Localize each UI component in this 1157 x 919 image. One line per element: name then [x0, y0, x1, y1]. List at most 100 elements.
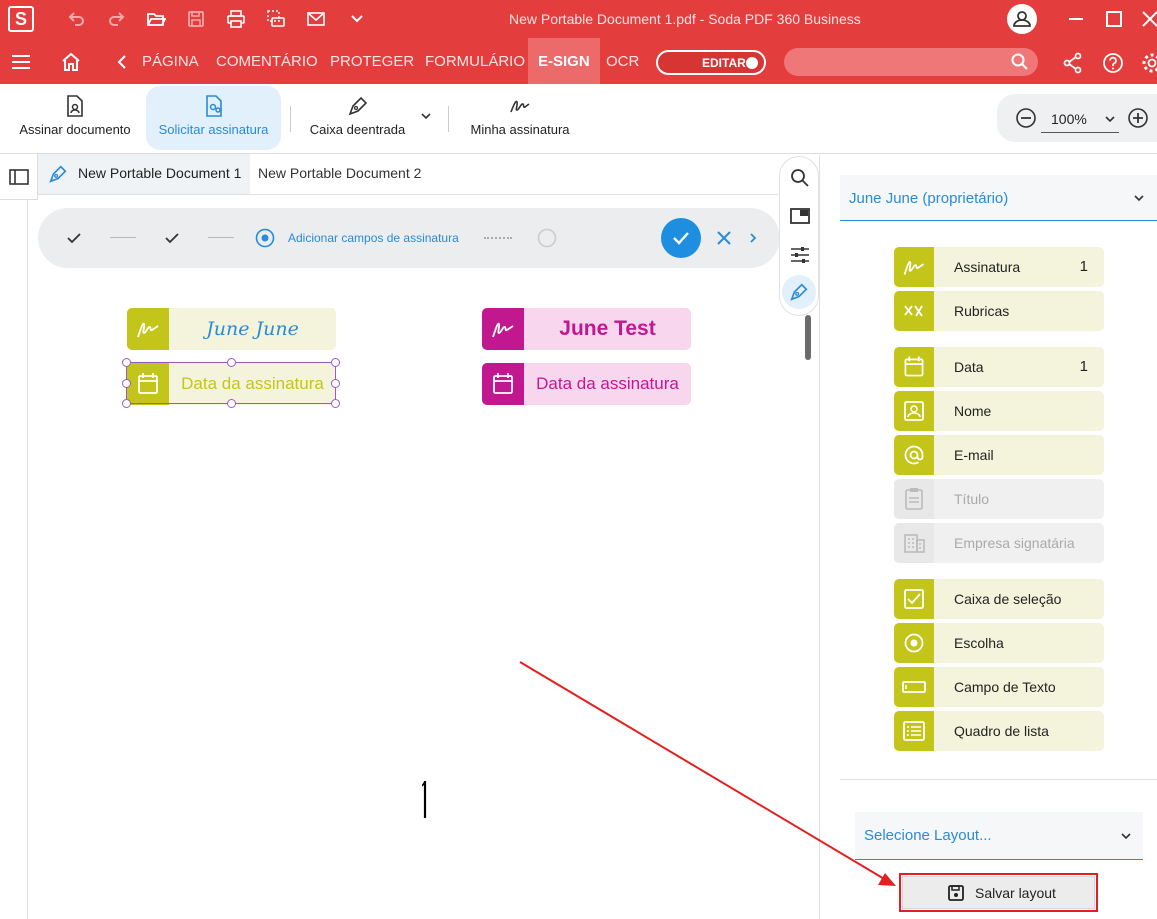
step-connector: [110, 237, 136, 238]
date-field-2[interactable]: Data da assinatura: [482, 363, 691, 405]
minimize-icon[interactable]: [1066, 9, 1086, 29]
resize-handle[interactable]: [122, 358, 131, 367]
resize-handle[interactable]: [227, 358, 236, 367]
search-input[interactable]: [784, 48, 1038, 76]
layout-select[interactable]: Selecione Layout...: [855, 812, 1143, 860]
panel-toggle[interactable]: [0, 154, 38, 200]
panel-item-titulo: Título: [894, 479, 1104, 519]
help-icon[interactable]: [1102, 52, 1123, 73]
current-step-label: Adicionar campos de assinatura: [288, 231, 459, 245]
properties-icon[interactable]: [789, 244, 811, 266]
user-avatar[interactable]: [1007, 4, 1037, 34]
panel-item-rubricas[interactable]: Rubricas: [894, 291, 1104, 331]
save-layout-button[interactable]: Salvar layout: [899, 873, 1098, 912]
open-folder-icon[interactable]: [146, 9, 166, 29]
tab-proteger[interactable]: PROTEGER: [330, 38, 414, 84]
doc-tab-1[interactable]: New Portable Document 1: [38, 154, 250, 194]
panel-item-label: E-mail: [954, 447, 994, 463]
panel-item-email[interactable]: E-mail: [894, 435, 1104, 475]
signer-select[interactable]: June June (proprietário): [840, 175, 1157, 221]
request-signature-button[interactable]: Solicitar assinatura: [146, 86, 281, 150]
save-icon[interactable]: [186, 9, 206, 29]
redo-icon[interactable]: [107, 9, 127, 29]
chevron-down-icon: [1119, 829, 1133, 843]
zoom-select[interactable]: 100%: [1041, 109, 1119, 133]
resize-handle[interactable]: [331, 399, 340, 408]
tab-e-sign[interactable]: E-SIGN: [528, 38, 600, 84]
app-logo[interactable]: S: [8, 6, 34, 32]
tab-formulario[interactable]: FORMULÁRIO: [425, 38, 525, 84]
panel-item-label: Escolha: [954, 635, 1004, 651]
doc-tab-2[interactable]: New Portable Document 2: [258, 154, 438, 194]
doc-tab-1-label: New Portable Document 1: [78, 165, 242, 181]
panel-item-quadro-lista[interactable]: Quadro de lista: [894, 711, 1104, 751]
input-box-dropdown-icon[interactable]: [418, 108, 438, 128]
resize-handle[interactable]: [331, 379, 340, 388]
confirm-button[interactable]: [661, 218, 701, 258]
settings-icon[interactable]: [1141, 52, 1157, 73]
e-sign-panel-button[interactable]: [782, 275, 816, 309]
window-title: New Portable Document 1.pdf - Soda PDF 3…: [509, 11, 861, 27]
search-icon[interactable]: [1010, 52, 1030, 72]
resize-handle[interactable]: [122, 399, 131, 408]
share-icon[interactable]: [1062, 52, 1082, 74]
ribbon-tabs: PÁGINA COMENTÁRIO PROTEGER FORMULÁRIO E-…: [0, 38, 1157, 84]
step-done-icon: [164, 230, 180, 246]
scrollbar-thumb[interactable]: [805, 315, 811, 360]
zoom-out-icon[interactable]: [1015, 107, 1036, 128]
search-icon[interactable]: [789, 167, 811, 189]
tab-comentario[interactable]: COMENTÁRIO: [216, 38, 318, 84]
document-people-icon: [202, 94, 226, 118]
tab-ocr[interactable]: OCR: [606, 38, 639, 84]
panel-item-count: 1: [1079, 358, 1088, 375]
close-icon[interactable]: [1140, 9, 1157, 29]
panel-item-campo-texto[interactable]: Campo de Texto: [894, 667, 1104, 707]
text-cursor-icon: [422, 780, 430, 820]
resize-handle[interactable]: [331, 358, 340, 367]
my-signature-button[interactable]: Minha assinatura: [460, 86, 580, 150]
signature-field-june-june[interactable]: June June: [127, 308, 336, 350]
cancel-icon[interactable]: [715, 229, 733, 247]
chevron-left-icon[interactable]: [113, 52, 133, 72]
panel-item-caixa-selecao[interactable]: Caixa de seleção: [894, 579, 1104, 619]
zoom-in-icon[interactable]: [1127, 107, 1148, 128]
signature-icon: [482, 308, 524, 350]
panel-item-data[interactable]: Data 1: [894, 347, 1104, 387]
panel-item-assinatura[interactable]: Assinatura 1: [894, 247, 1104, 287]
resize-handle[interactable]: [227, 399, 236, 408]
panel-item-label: Data: [954, 359, 984, 375]
chevron-down-icon[interactable]: [347, 9, 367, 29]
e-sign-panel: June June (proprietário) Assinatura 1 Ru…: [819, 155, 1157, 919]
panel-item-count: 1: [1079, 258, 1088, 275]
calendar-icon: [482, 363, 524, 405]
chevron-right-icon[interactable]: [746, 231, 760, 245]
signature-value: June June: [206, 318, 299, 340]
sign-document-button[interactable]: Assinar documento: [14, 86, 136, 150]
save-layout-label: Salvar layout: [975, 885, 1056, 901]
input-box-button[interactable]: Caixa deentrada: [300, 86, 415, 150]
panel-item-empresa: Empresa signatária: [894, 523, 1104, 563]
layout-select-placeholder: Selecione Layout...: [864, 827, 992, 844]
signature-field-june-test[interactable]: June Test: [482, 308, 691, 350]
thumbnails-icon[interactable]: [789, 205, 811, 227]
scan-icon[interactable]: [266, 9, 286, 29]
mail-icon[interactable]: [306, 9, 326, 29]
panel-item-nome[interactable]: Nome: [894, 391, 1104, 431]
panel-item-label: Rubricas: [954, 303, 1010, 319]
print-icon[interactable]: [226, 9, 246, 29]
calendar-icon: [894, 347, 934, 387]
edit-toggle[interactable]: EDITAR: [656, 50, 766, 75]
save-icon: [947, 884, 965, 902]
step-pending-icon: [537, 228, 557, 248]
tab-pagina[interactable]: PÁGINA: [142, 38, 199, 84]
home-icon[interactable]: [60, 51, 80, 71]
checkbox-icon: [894, 579, 934, 619]
panel-item-escolha[interactable]: Escolha: [894, 623, 1104, 663]
list-icon: [894, 711, 934, 751]
resize-handle[interactable]: [122, 379, 131, 388]
undo-icon[interactable]: [66, 9, 86, 29]
signature-icon: [127, 308, 169, 350]
menu-icon[interactable]: [11, 52, 31, 72]
zoom-control: 100%: [997, 94, 1157, 142]
maximize-icon[interactable]: [1104, 9, 1124, 29]
